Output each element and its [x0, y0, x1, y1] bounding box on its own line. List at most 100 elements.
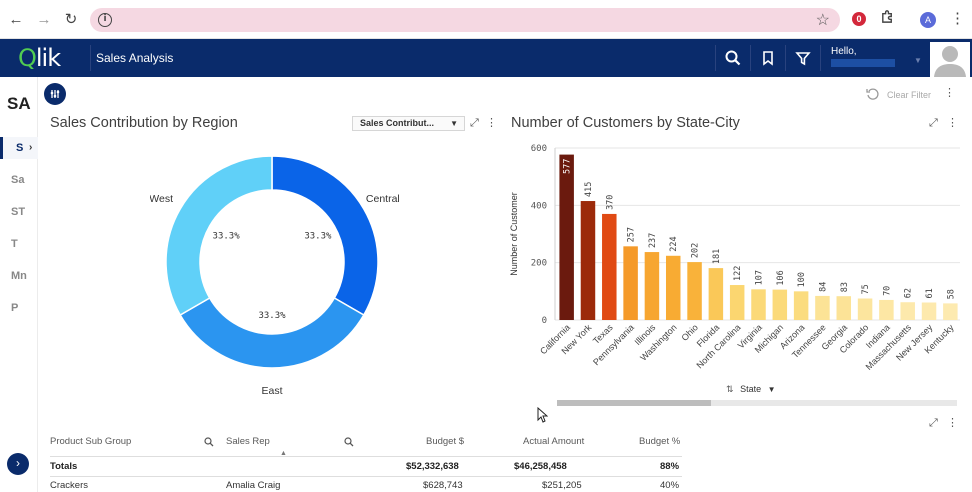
y-tick-label: 0 — [542, 316, 547, 326]
sidebar-item-s[interactable]: S › — [0, 137, 38, 159]
bar-chart-title: Number of Customers by State-City — [511, 115, 740, 131]
bar-value-label: 202 — [691, 243, 701, 258]
sidebar-item-p[interactable]: P — [0, 297, 38, 319]
expand-sidebar-button[interactable]: › — [7, 453, 29, 475]
col-header-budget[interactable]: Budget $ — [426, 436, 464, 447]
clear-filter-label: Clear Filter — [887, 90, 932, 100]
bar-value-label: 370 — [605, 195, 615, 210]
bar[interactable] — [900, 302, 915, 320]
bar[interactable] — [793, 291, 809, 320]
reload-icon[interactable]: ↻ — [61, 9, 81, 29]
bar[interactable] — [772, 289, 788, 320]
measure-dropdown-value: Sales Contribut... — [360, 118, 435, 128]
filter-icon[interactable] — [793, 48, 813, 68]
user-greeting: Hello, — [831, 46, 857, 57]
search-icon[interactable] — [204, 437, 214, 447]
sidebar-item-sa[interactable]: Sa — [0, 169, 38, 191]
bar-value-label: 106 — [776, 270, 786, 285]
fullscreen-icon[interactable]: ⤢ — [929, 417, 938, 430]
bar-value-label: 237 — [648, 233, 658, 248]
col-header-product-sub-group[interactable]: Product Sub Group — [50, 436, 131, 447]
bookmark-star-icon[interactable]: ☆ — [816, 10, 830, 30]
more-options-icon[interactable]: ⋮ — [947, 116, 958, 129]
bookmark-icon[interactable] — [758, 48, 778, 68]
user-name[interactable] — [831, 59, 895, 67]
donut-pct-label-central: 33.3% — [304, 232, 332, 242]
bar-value-label: 577 — [563, 159, 573, 174]
dimension-sort-button[interactable]: ⇅ State ▼ — [726, 384, 776, 395]
bar-value-label: 100 — [797, 272, 807, 287]
sheet-settings-button[interactable] — [44, 83, 66, 105]
sidebar-item-st[interactable]: ST — [0, 201, 38, 223]
donut-chart-title: Sales Contribution by Region — [50, 115, 238, 131]
bar-value-label: 84 — [818, 282, 828, 292]
totals-actual: $46,258,458 — [514, 461, 567, 472]
search-icon[interactable] — [344, 437, 354, 447]
user-menu-caret-icon[interactable]: ▼ — [914, 56, 922, 65]
bar-value-label: 257 — [627, 227, 637, 242]
bar[interactable] — [623, 246, 638, 320]
bar[interactable] — [879, 299, 894, 320]
qlik-logo[interactable]: Qlik — [18, 44, 61, 72]
sheet-sidebar: SA S › Sa ST T Mn P › — [0, 77, 38, 492]
bar[interactable] — [665, 255, 681, 320]
sidebar-item-t[interactable]: T — [0, 233, 38, 255]
donut-pct-label-west: 33.3% — [213, 232, 241, 242]
more-options-icon[interactable]: ⋮ — [944, 86, 955, 99]
bar[interactable] — [559, 154, 574, 320]
dimension-label: State — [740, 384, 762, 394]
donut-label-central: Central — [366, 193, 400, 205]
bar[interactable] — [644, 252, 660, 320]
fullscreen-icon[interactable]: ⤢ — [470, 117, 479, 130]
chart-scrollbar-thumb[interactable] — [557, 400, 711, 406]
extensions-puzzle-icon[interactable] — [880, 9, 895, 28]
bar[interactable] — [857, 298, 873, 321]
y-tick-label: 200 — [531, 259, 547, 269]
profile-avatar-icon[interactable]: A — [920, 12, 936, 28]
app-header: Qlik Sales Analysis Hello, ▼ — [0, 39, 972, 77]
more-options-icon[interactable]: ⋮ — [486, 116, 497, 129]
donut-pct-label-east: 33.3% — [258, 311, 286, 321]
site-info-icon[interactable]: i — [98, 13, 112, 27]
bar[interactable] — [729, 285, 745, 320]
col-header-actual-amount[interactable]: Actual Amount — [523, 436, 584, 447]
donut-chart[interactable]: 33.3% Central 33.3% East 33.3% West — [150, 155, 400, 400]
bar[interactable] — [751, 289, 766, 320]
sidebar-item-label: S — [16, 142, 24, 154]
search-icon[interactable] — [723, 48, 743, 68]
bar-chart[interactable]: Number of Customer0200400600577Californi… — [505, 138, 967, 388]
app-title: Sales Analysis — [96, 51, 174, 65]
y-axis-title: Number of Customer — [509, 192, 519, 276]
col-header-budget-pct[interactable]: Budget % — [639, 436, 680, 447]
bar[interactable] — [602, 213, 617, 320]
cell-budget: $628,743 — [423, 480, 463, 491]
bar-value-label: 224 — [669, 236, 679, 251]
bar-value-label: 107 — [755, 270, 765, 285]
col-header-sales-rep[interactable]: Sales Rep — [226, 436, 270, 447]
header-divider — [90, 45, 91, 71]
bar[interactable] — [708, 268, 724, 320]
y-tick-label: 600 — [531, 144, 547, 154]
sidebar-item-mn[interactable]: Mn — [0, 265, 38, 287]
bar[interactable] — [580, 201, 596, 320]
forward-arrow-icon[interactable]: → — [34, 9, 54, 29]
more-options-icon[interactable]: ⋮ — [947, 416, 958, 429]
bar[interactable] — [943, 303, 958, 320]
bar[interactable] — [687, 262, 702, 320]
extension-icon[interactable]: 0 — [852, 12, 866, 26]
totals-budget-pct: 88% — [660, 461, 680, 472]
fullscreen-icon[interactable]: ⤢ — [929, 117, 938, 130]
address-bar[interactable]: i ☆ — [90, 8, 840, 32]
bar[interactable] — [921, 302, 937, 320]
user-avatar[interactable] — [930, 42, 970, 77]
back-arrow-icon[interactable]: ← — [6, 9, 26, 29]
donut-label-west: West — [150, 193, 173, 205]
browser-menu-icon[interactable]: ⋮ — [950, 9, 965, 27]
measure-dropdown[interactable]: Sales Contribut... ▼ — [352, 116, 465, 131]
bar[interactable] — [836, 296, 852, 320]
header-divider — [785, 45, 786, 71]
donut-slice-east[interactable] — [179, 296, 365, 369]
cell-sales-rep: Amalia Craig — [226, 480, 281, 491]
bar-value-label: 62 — [904, 288, 914, 298]
bar[interactable] — [815, 295, 830, 320]
